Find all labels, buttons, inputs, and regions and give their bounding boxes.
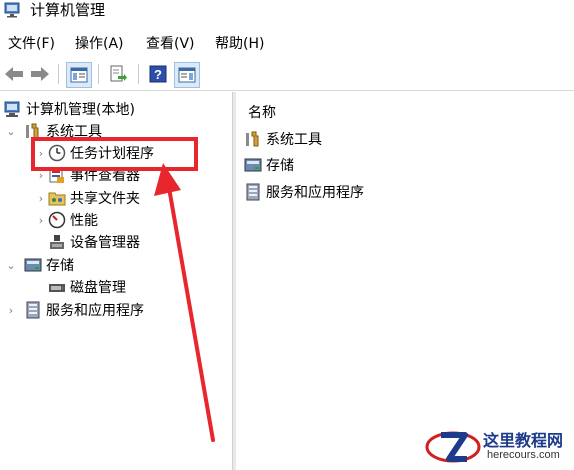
menu-action[interactable]: 操作(A) <box>75 34 124 54</box>
export-list-button[interactable] <box>106 62 130 86</box>
tree-item-label: 存储 <box>46 258 74 274</box>
help-button[interactable]: ? <box>146 62 170 86</box>
back-icon <box>5 67 23 81</box>
watermark-logo <box>425 431 481 463</box>
services-apps-icon <box>246 183 260 201</box>
show-hide-console-tree-button[interactable] <box>66 62 92 88</box>
services-apps-icon <box>26 301 40 319</box>
performance-icon <box>48 211 66 229</box>
storage-icon <box>24 258 42 272</box>
chevron-down-icon[interactable]: ⌄ <box>4 125 18 138</box>
chevron-right-icon[interactable]: › <box>34 214 48 227</box>
chevron-down-icon[interactable]: ⌄ <box>4 259 18 272</box>
column-header-name[interactable]: 名称 <box>248 102 276 122</box>
title-bar: 计算机管理 <box>0 0 574 28</box>
svg-text:?: ? <box>154 67 162 82</box>
forward-icon <box>31 67 49 81</box>
help-icon: ? <box>149 65 167 83</box>
tree-item-label: 设备管理器 <box>70 235 140 251</box>
list-item-services-apps[interactable]: 服务和应用程序 <box>244 181 364 203</box>
system-tools-icon <box>246 131 259 147</box>
list-item-storage[interactable]: 存储 <box>244 154 294 176</box>
tree-item-performance[interactable]: › 性能 <box>34 209 98 231</box>
device-manager-icon <box>50 235 64 249</box>
export-list-icon <box>110 65 127 82</box>
highlight-box <box>31 137 198 171</box>
toolbar-separator <box>98 64 99 84</box>
back-button[interactable] <box>2 62 26 86</box>
menu-help[interactable]: 帮助(H) <box>215 34 264 54</box>
disk-management-icon <box>49 284 65 292</box>
menu-file[interactable]: 文件(F) <box>8 34 55 54</box>
tree-item-device-manager[interactable]: 设备管理器 <box>48 231 140 253</box>
tree-item-label: 计算机管理(本地) <box>26 102 135 118</box>
tree-item-label: 性能 <box>70 213 98 229</box>
computer-management-icon <box>4 2 20 18</box>
tree-item-services-apps[interactable]: › 服务和应用程序 <box>4 299 144 321</box>
tree-item-label: 磁盘管理 <box>70 280 126 296</box>
window-title: 计算机管理 <box>30 1 106 19</box>
watermark: 这里教程网 herecours.com <box>425 425 574 470</box>
list-item-label: 服务和应用程序 <box>266 185 364 201</box>
toolbar-separator <box>58 64 59 84</box>
watermark-title: 这里教程网 <box>483 431 564 450</box>
tree-item-disk-management[interactable]: 磁盘管理 <box>48 276 126 298</box>
tree-item-storage[interactable]: ⌄ 存储 <box>4 254 74 276</box>
computer-management-icon <box>4 101 20 117</box>
toolbar: ? <box>0 58 574 91</box>
list-item-system-tools[interactable]: 系统工具 <box>244 128 322 150</box>
show-hide-action-pane-button[interactable] <box>174 62 200 88</box>
watermark-site: herecours.com <box>487 449 560 461</box>
toolbar-separator <box>138 64 139 84</box>
shared-folder-icon <box>48 192 66 206</box>
show-hide-console-tree-icon <box>70 67 88 83</box>
forward-button[interactable] <box>28 62 52 86</box>
chevron-right-icon[interactable]: › <box>34 192 48 205</box>
result-pane: 名称 系统工具 存储 服务和应用程序 <box>236 92 574 470</box>
tree-item-label: 共享文件夹 <box>70 191 140 207</box>
tree-item-shared-folders[interactable]: › 共享文件夹 <box>34 187 140 209</box>
list-item-label: 存储 <box>266 158 294 174</box>
show-hide-action-pane-icon <box>178 67 196 83</box>
menu-bar: 文件(F) 操作(A) 查看(V) 帮助(H) <box>0 32 574 56</box>
storage-icon <box>244 158 262 172</box>
tree-item-label: 服务和应用程序 <box>46 303 144 319</box>
menu-view[interactable]: 查看(V) <box>146 34 195 54</box>
list-item-label: 系统工具 <box>266 132 322 148</box>
chevron-right-icon[interactable]: › <box>4 304 18 317</box>
tree-item-root[interactable]: 计算机管理(本地) <box>4 98 135 120</box>
